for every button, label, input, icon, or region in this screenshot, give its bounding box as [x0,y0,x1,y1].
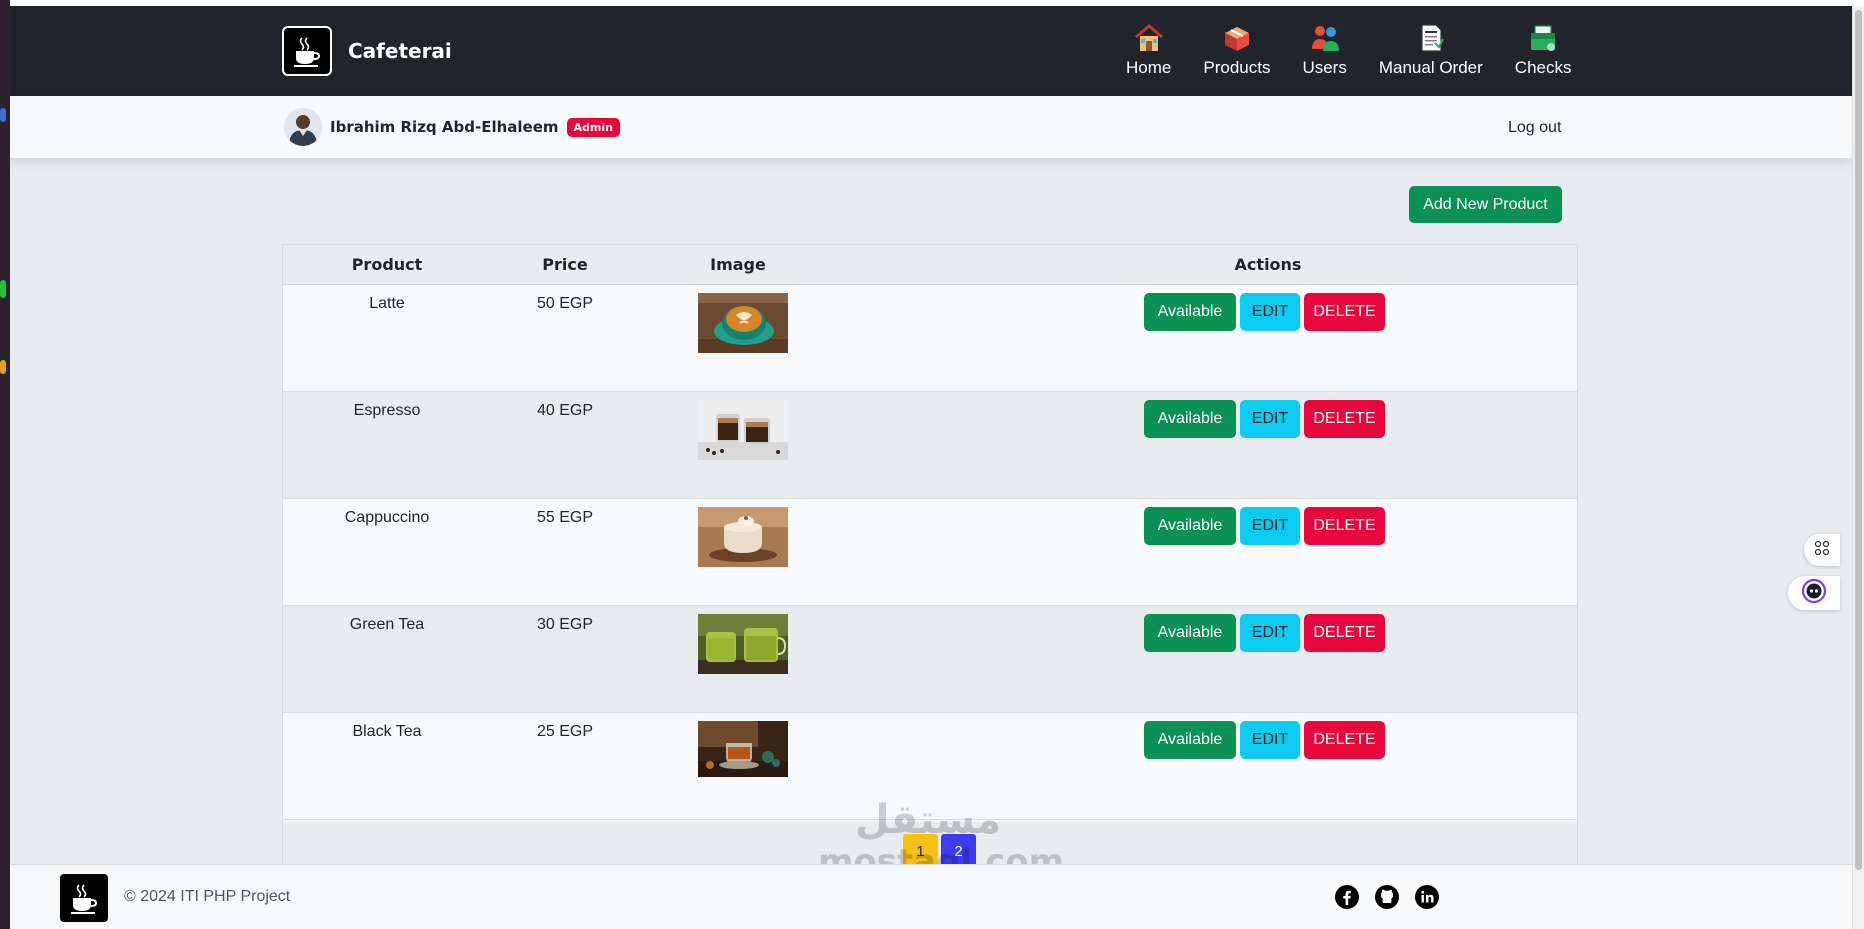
home-icon [1132,22,1166,54]
green-tea-image [698,614,788,674]
page-button-1[interactable]: 1 [903,834,938,868]
edit-button[interactable]: EDIT [1240,614,1300,652]
available-button[interactable]: Available [1144,293,1236,331]
product-name: Espresso [353,402,421,419]
latte-image [698,293,788,353]
avatar [284,108,322,146]
user-info: Ibrahim Rizq Abd-Elhaleem Admin [284,108,620,146]
product-name: Black Tea [352,723,422,740]
desktop-left-edge [0,0,10,929]
available-button[interactable]: Available [1144,614,1236,652]
table-row: Latte 50 EGP Available EDIT DELETE [283,285,1577,392]
product-price: 50 EGP [536,295,594,312]
product-name: Green Tea [349,616,425,633]
top-navbar: Cafeterai Home Products Users Manual Ord… [10,6,1852,96]
github-icon[interactable] [1374,884,1400,910]
table-row: Black Tea 25 EGP Available EDIT DELETE [283,713,1577,820]
copyright-text: © 2024 ITI PHP Project [124,888,291,905]
box-icon [1220,22,1254,54]
logout-link[interactable]: Log out [1508,119,1561,137]
coffee-cup-logo-icon [60,874,108,922]
column-header-product: Product [351,255,423,274]
table-row: Cappuccino 55 EGP Available EDIT DELETE [283,499,1577,606]
assistant-widget-button[interactable] [1788,576,1840,610]
dock-indicator [0,360,6,374]
product-price: 55 EGP [536,509,594,526]
column-header-image: Image [710,255,766,274]
product-price: 40 EGP [536,402,594,419]
delete-button[interactable]: DELETE [1304,614,1385,652]
product-price: 30 EGP [536,616,594,633]
document-icon [1414,22,1448,54]
row-actions: Available EDIT DELETE [1144,293,1385,331]
table-header: Product Price Image Actions [283,245,1577,285]
brand-name: Cafeterai [348,39,452,63]
edit-button[interactable]: EDIT [1240,721,1300,759]
nav-item-manual-order[interactable]: Manual Order [1379,22,1483,78]
extension-grid-button[interactable] [1804,534,1840,566]
delete-button[interactable]: DELETE [1304,293,1385,331]
edit-button[interactable]: EDIT [1240,293,1300,331]
product-name: Latte [369,295,405,312]
social-links [1334,884,1454,910]
footer: © 2024 ITI PHP Project [10,864,1852,929]
cappuccino-image [698,507,788,567]
column-header-actions: Actions [1234,255,1302,274]
facebook-icon[interactable] [1334,884,1360,910]
column-header-price: Price [542,255,588,274]
add-new-product-button[interactable]: Add New Product [1409,186,1562,223]
user-bar: Ibrahim Rizq Abd-Elhaleem Admin Log out [10,96,1852,158]
grid-icon [1814,540,1830,560]
espresso-image [698,400,788,460]
black-tea-image [698,721,788,777]
brand[interactable]: Cafeterai [282,26,452,76]
main-nav: Home Products Users Manual Order Checks [1126,22,1571,78]
table-row: Espresso 40 EGP Available EDIT DELETE [283,392,1577,499]
assistant-face-icon [1801,578,1827,608]
vertical-scrollbar[interactable] [1852,6,1864,929]
checks-icon [1526,22,1560,54]
user-name: Ibrahim Rizq Abd-Elhaleem [330,118,559,136]
nav-item-checks[interactable]: Checks [1515,22,1571,78]
row-actions: Available EDIT DELETE [1144,721,1385,759]
table-row: Green Tea 30 EGP Available EDIT DELETE [283,606,1577,713]
row-actions: Available EDIT DELETE [1144,507,1385,545]
products-table: Product Price Image Actions Latte 50 EGP [282,244,1578,884]
linkedin-icon[interactable] [1414,884,1440,910]
available-button[interactable]: Available [1144,400,1236,438]
product-price: 25 EGP [536,723,594,740]
page: Cafeterai Home Products Users Manual Ord… [10,6,1852,929]
delete-button[interactable]: DELETE [1304,721,1385,759]
delete-button[interactable]: DELETE [1304,400,1385,438]
users-icon [1308,22,1342,54]
role-badge: Admin [566,117,620,137]
nav-item-products[interactable]: Products [1203,22,1270,78]
delete-button[interactable]: DELETE [1304,507,1385,545]
row-actions: Available EDIT DELETE [1144,614,1385,652]
product-name: Cappuccino [344,509,430,526]
edit-button[interactable]: EDIT [1240,400,1300,438]
coffee-cup-logo-icon [282,26,332,76]
nav-item-home[interactable]: Home [1126,22,1171,78]
row-actions: Available EDIT DELETE [1144,400,1385,438]
available-button[interactable]: Available [1144,507,1236,545]
dock-indicator [0,280,6,298]
nav-item-users[interactable]: Users [1302,22,1347,78]
page-button-2[interactable]: 2 [941,834,976,868]
dock-indicator [0,108,6,122]
available-button[interactable]: Available [1144,721,1236,759]
scrollbar-thumb[interactable] [1855,10,1862,870]
edit-button[interactable]: EDIT [1240,507,1300,545]
